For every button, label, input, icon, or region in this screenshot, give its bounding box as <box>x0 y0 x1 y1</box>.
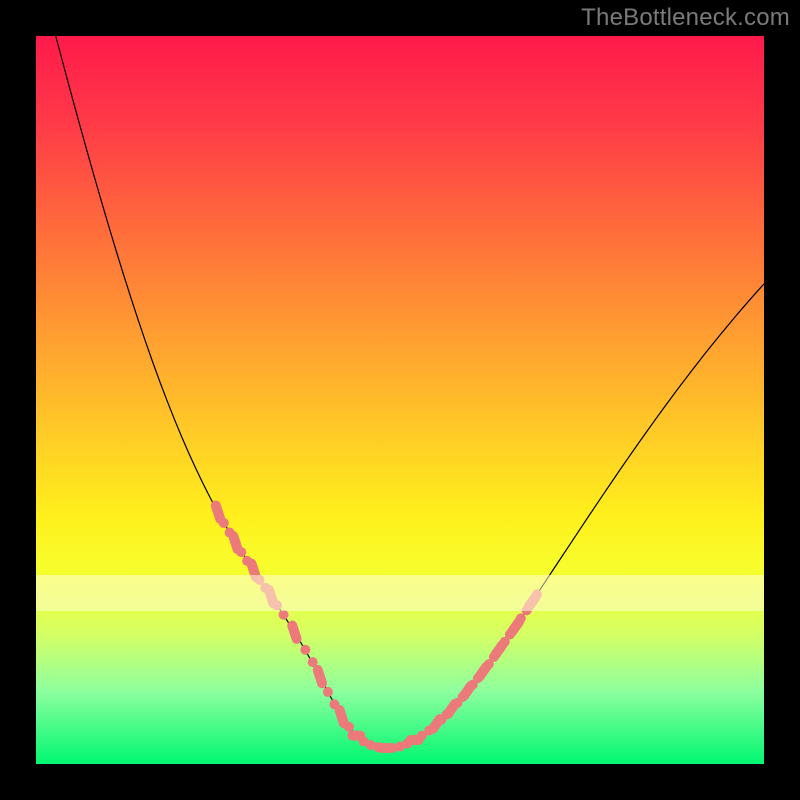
plot-area <box>36 36 764 764</box>
highlight-markers <box>210 499 543 753</box>
bottleneck-curve <box>36 0 764 748</box>
attribution-text: TheBottleneck.com <box>581 4 790 32</box>
highlight-band <box>36 575 764 611</box>
chart-frame: TheBottleneck.com <box>0 0 800 800</box>
chart-svg <box>36 36 764 764</box>
